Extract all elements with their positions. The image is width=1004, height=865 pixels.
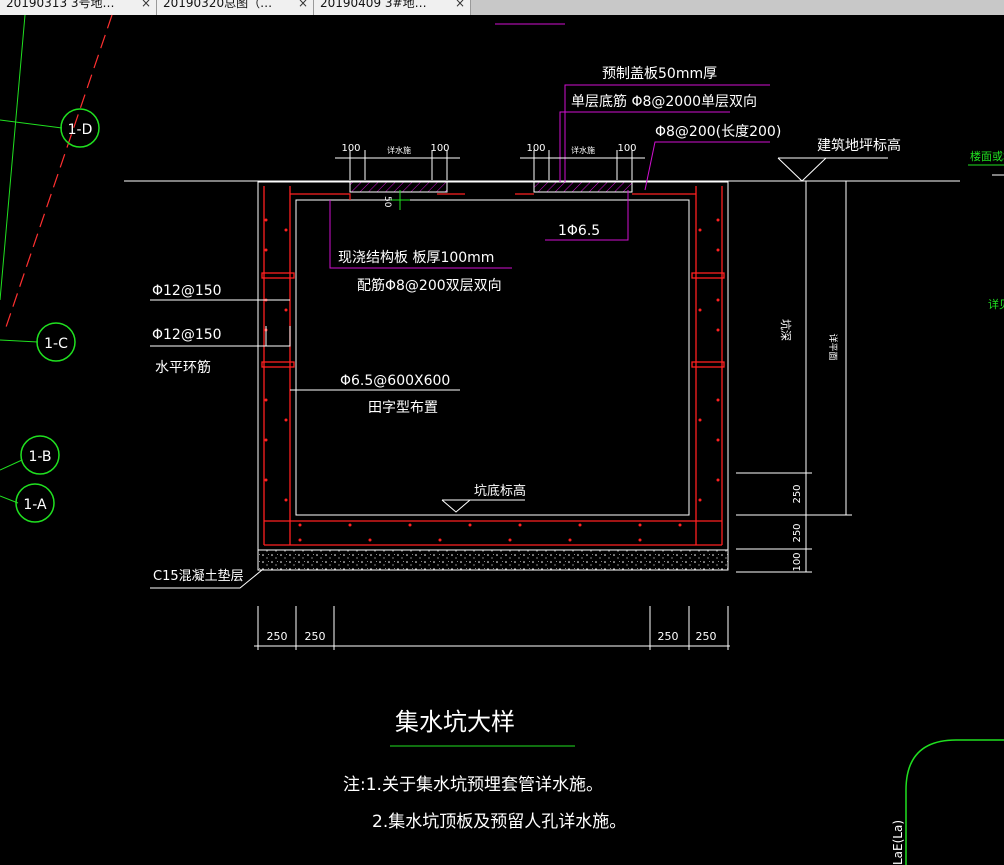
dim-text: 100 xyxy=(792,552,803,571)
grid-label: 1-C xyxy=(44,336,68,352)
cad-drawing-canvas[interactable]: 1-D 1-C 1-B 1-A 坑底标高 建筑地坪标高 100 100 100 … xyxy=(0,0,1004,865)
grid-axis-lines xyxy=(0,14,63,504)
dim-text: 100 xyxy=(526,143,545,154)
annotation: Φ12@150 xyxy=(152,327,222,343)
c15-cushion-layer xyxy=(257,549,729,571)
opening-label: 详水施 xyxy=(571,145,595,155)
grid-bubble-1-c[interactable]: 1-C xyxy=(36,322,76,362)
leader-lines xyxy=(329,84,770,269)
annotation: 预制盖板50mm厚 xyxy=(602,66,717,82)
bottom-dimension-chain xyxy=(254,606,730,650)
vertical-dimension-values: 250 250 100 xyxy=(792,484,803,571)
right-edge-fragments: 楼面或地 详见 LaE(La) xyxy=(891,149,1004,865)
pit-bottom-label: 坑底标高 xyxy=(474,483,526,499)
grid-bubble-1-a[interactable]: 1-A xyxy=(15,483,55,523)
dim-text: 250 xyxy=(267,630,288,643)
dim-text: 250 xyxy=(305,630,326,643)
pit-depth-label: 坑深 xyxy=(779,319,793,341)
annotation: LaE(La) xyxy=(891,820,905,865)
opening-label: 详水施 xyxy=(387,145,411,155)
annotation-texts: 预制盖板50mm厚 单层底筋 Φ8@2000单层双向 Φ8@200(长度200)… xyxy=(152,66,781,584)
pit-bottom-level-mark xyxy=(441,499,525,513)
annotation: 楼面或地 xyxy=(970,149,1004,163)
grid-label: 1-B xyxy=(28,449,51,465)
annotation: 现浇结构板 板厚100mm xyxy=(338,250,494,266)
annotation: 详见 xyxy=(988,297,1004,311)
annotation: 水平环筋 xyxy=(155,359,211,376)
dim-text: 250 xyxy=(792,523,803,542)
vertical-dimension-chain xyxy=(736,180,852,573)
note-line-1: 注:1.关于集水坑预埋套管详水施。 xyxy=(343,775,603,795)
dim-text: 250 xyxy=(658,630,679,643)
annotation: Φ12@150 xyxy=(152,283,222,299)
annotation: C15混凝土垫层 xyxy=(153,568,244,584)
dim-text: 100 xyxy=(341,143,360,154)
dim-text: 100 xyxy=(430,143,449,154)
dim-text: 250 xyxy=(696,630,717,643)
slab-openings xyxy=(296,181,689,210)
floor-level-label: 建筑地坪标高 xyxy=(817,137,901,154)
small-dim-50: 50 xyxy=(382,196,392,208)
grid-bubble-1-d[interactable]: 1-D xyxy=(60,108,100,148)
drawing-title: 集水坑大样 xyxy=(395,708,515,736)
dim-text: 100 xyxy=(617,143,636,154)
grid-label: 1-D xyxy=(68,122,93,138)
dim-text: 250 xyxy=(792,484,803,503)
top-dimension-chain xyxy=(335,150,645,180)
see-plan-label: 详平面 xyxy=(827,333,839,360)
annotation: Φ8@200(长度200) xyxy=(655,124,781,140)
annotation: 配筋Φ8@200双层双向 xyxy=(357,277,502,294)
grid-bubble-1-b[interactable]: 1-B xyxy=(20,435,60,475)
note-line-2: 2.集水坑顶板及预留人孔详水施。 xyxy=(372,812,626,832)
annotation: 单层底筋 Φ8@2000单层双向 xyxy=(571,93,757,110)
floor-level-mark xyxy=(777,157,888,182)
annotation: Φ6.5@600X600 xyxy=(340,373,450,389)
grid-label: 1-A xyxy=(23,497,47,513)
annotation: 1Φ6.5 xyxy=(558,223,600,239)
annotation: 田字型布置 xyxy=(368,400,438,416)
